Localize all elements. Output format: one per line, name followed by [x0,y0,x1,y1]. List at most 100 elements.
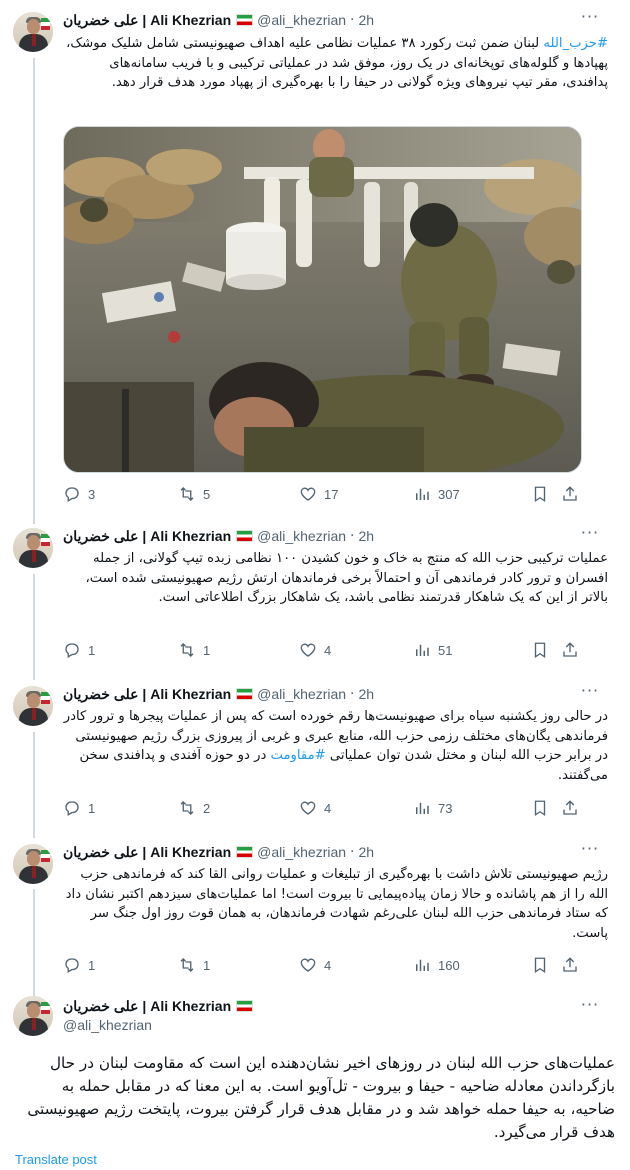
repost-button[interactable]: 1 [178,956,210,974]
author-handle[interactable]: @ali_khezrian [257,686,346,702]
tweet-image[interactable] [63,126,582,473]
iran-flag-icon [236,688,254,700]
repost-count: 1 [203,642,211,658]
tweet-header: علی خضریان | Ali Khezrian @ali_khezrian … [63,526,374,546]
author-name[interactable]: علی خضریان | Ali Khezrian [63,844,231,861]
author-name[interactable]: علی خضریان | Ali Khezrian [63,528,231,545]
separator-dot: · [350,528,355,544]
reply-button[interactable]: 1 [63,641,95,659]
share-icon [563,800,577,815]
repost-icon [180,958,194,972]
tweet-header: علی خضریان | Ali Khezrian @ali_khezrian [63,996,254,1033]
like-icon [300,801,316,815]
tweet-text: رژیم صهیونیستی تلاش داشت با بهره‌گیری از… [65,867,608,941]
views-icon [416,959,429,971]
separator-dot: · [350,12,355,28]
reply-icon [65,958,79,973]
iran-flag-icon [236,530,254,542]
bookmark-button[interactable] [531,485,549,503]
hashtag-link[interactable]: #حزب_الله [543,36,608,51]
share-button[interactable] [561,641,579,659]
tweet[interactable]: علی خضریان | Ali Khezrian @ali_khezrian … [0,682,630,832]
translate-post-link[interactable]: Translate post [15,1152,97,1167]
separator-dot: · [350,686,355,702]
reply-count: 1 [88,957,96,973]
reply-icon [65,643,79,658]
author-handle[interactable]: @ali_khezrian [63,1017,253,1033]
author-name[interactable]: علی خضریان | Ali Khezrian [63,686,231,703]
repost-icon [180,643,194,657]
avatar[interactable] [13,844,53,884]
hashtag-link[interactable]: #مقاومت [271,748,326,763]
views-count: 51 [438,642,453,658]
views-icon [416,644,429,656]
avatar[interactable] [13,12,53,52]
share-icon [563,957,577,972]
tweet[interactable]: علی خضریان | Ali Khezrian @ali_khezrian … [0,840,630,990]
tweet[interactable]: علی خضریان | Ali Khezrian @ali_khezrian … [0,524,630,674]
timestamp[interactable]: 2h [359,686,375,702]
like-count: 4 [324,957,332,973]
tweet-text: عملیات‌های حزب الله لبنان در روزهای اخیر… [27,1054,615,1141]
repost-button[interactable]: 5 [178,485,210,503]
author-handle[interactable]: @ali_khezrian [257,12,346,28]
author-name[interactable]: علی خضریان | Ali Khezrian [63,998,231,1015]
repost-count: 2 [203,800,211,816]
tweet-text: در حالی روز یکشنبه سیاه برای صهیونیست‌ها… [63,709,608,783]
bookmark-icon [534,957,546,974]
tweet-actions: 1 1 4 51 [63,641,583,661]
views-count: 160 [438,957,460,973]
share-icon [563,642,577,657]
iran-flag-icon [236,14,254,26]
repost-button[interactable]: 2 [178,799,210,817]
like-button[interactable]: 17 [299,485,338,503]
bookmark-button[interactable] [531,641,549,659]
more-icon[interactable]: ··· [580,683,600,704]
repost-count: 5 [203,486,211,502]
bookmark-button[interactable] [531,799,549,817]
tweet-actions: 1 2 4 73 [63,799,583,819]
tweet-text: #حزب_الله لبنان ضمن ثبت رکورد ۳۸ عملیات … [66,36,608,90]
more-icon[interactable]: ··· [580,997,600,1018]
share-button[interactable] [561,485,579,503]
more-icon[interactable]: ··· [580,841,600,862]
like-button[interactable]: 4 [299,799,331,817]
like-button[interactable]: 4 [299,641,331,659]
focused-tweet[interactable]: علی خضریان | Ali Khezrian @ali_khezrian … [0,990,630,1170]
avatar[interactable] [13,686,53,726]
avatar[interactable] [13,528,53,568]
timestamp[interactable]: 2h [359,844,375,860]
share-icon [563,486,577,501]
like-count: 4 [324,800,332,816]
tweet-header: علی خضریان | Ali Khezrian @ali_khezrian … [63,684,374,704]
views-button[interactable]: 307 [413,485,460,503]
reply-button[interactable]: 3 [63,485,95,503]
views-button[interactable]: 51 [413,641,452,659]
bookmark-button[interactable] [531,956,549,974]
share-button[interactable] [561,956,579,974]
timestamp[interactable]: 2h [359,528,375,544]
separator-dot: · [350,844,355,860]
more-icon[interactable]: ··· [580,9,600,30]
iran-flag-icon [236,1000,254,1012]
repost-button[interactable]: 1 [178,641,210,659]
tweet-actions: 1 1 4 160 [63,956,583,976]
like-button[interactable]: 4 [299,956,331,974]
author-handle[interactable]: @ali_khezrian [257,844,346,860]
reply-icon [65,487,79,502]
tweet[interactable]: علی خضریان | Ali Khezrian @ali_khezrian … [0,8,630,513]
repost-icon [180,487,194,501]
tweet-header: علی خضریان | Ali Khezrian @ali_khezrian … [63,10,374,30]
views-button[interactable]: 73 [413,799,452,817]
timestamp[interactable]: 2h [359,12,375,28]
views-count: 307 [438,486,460,502]
reply-button[interactable]: 1 [63,799,95,817]
reply-button[interactable]: 1 [63,956,95,974]
share-button[interactable] [561,799,579,817]
avatar[interactable] [13,996,53,1036]
author-name[interactable]: علی خضریان | Ali Khezrian [63,12,231,29]
like-icon [300,487,316,501]
author-handle[interactable]: @ali_khezrian [257,528,346,544]
more-icon[interactable]: ··· [580,525,600,546]
views-button[interactable]: 160 [413,956,460,974]
